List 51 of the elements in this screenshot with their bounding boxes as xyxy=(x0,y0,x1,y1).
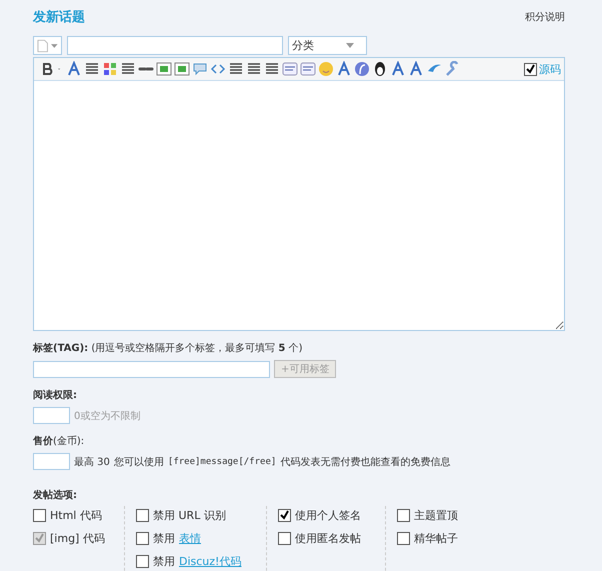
smiley-icon[interactable] xyxy=(318,61,334,77)
option-label: Html 代码 xyxy=(50,508,102,523)
option-label: 使用匿名发帖 xyxy=(295,531,361,546)
option-link[interactable]: 表情 xyxy=(179,531,201,546)
speech-bubble-icon[interactable] xyxy=(192,61,208,77)
option-label: 禁用 xyxy=(153,531,175,546)
align-icon[interactable] xyxy=(120,61,136,77)
option-label: 使用个人签名 xyxy=(295,508,361,523)
option-checkbox[interactable] xyxy=(136,532,149,545)
price-label: 售价 xyxy=(33,436,53,447)
option-checkbox[interactable] xyxy=(397,532,410,545)
list-icon[interactable] xyxy=(228,61,244,77)
option-checkbox[interactable] xyxy=(278,532,291,545)
page-title: 发新话题 xyxy=(33,8,85,26)
tags-hint: (用逗号或空格隔开多个标签，最多可填写 5 个) xyxy=(91,343,302,354)
read-permission-input[interactable] xyxy=(33,407,70,424)
price-input[interactable] xyxy=(33,453,70,470)
color-icon[interactable] xyxy=(102,61,118,77)
option-label: 主题置顶 xyxy=(414,508,458,523)
option-label: [img] 代码 xyxy=(50,531,105,546)
source-mode-link[interactable]: 源码 xyxy=(539,62,561,76)
caret-icon xyxy=(346,43,354,48)
option-checkbox[interactable] xyxy=(136,509,149,522)
available-tags-button[interactable]: +可用标签 xyxy=(274,360,336,378)
font-icon[interactable] xyxy=(66,61,82,77)
read-permission-label: 阅读权限: xyxy=(33,390,77,401)
option-label: 禁用 URL 识别 xyxy=(153,508,226,523)
tags-input[interactable] xyxy=(33,360,270,378)
subject-input[interactable] xyxy=(67,36,283,55)
option-label: 禁用 xyxy=(153,554,175,569)
tags-label: 标签(TAG): xyxy=(33,343,88,354)
caret-icon xyxy=(51,44,58,48)
option-checkbox[interactable] xyxy=(33,509,46,522)
source-mode-checkbox[interactable] xyxy=(524,62,537,76)
option-checkbox[interactable] xyxy=(136,555,149,568)
help-link[interactable]: 积分说明 xyxy=(525,10,565,24)
category-dropdown[interactable]: 分类 xyxy=(288,36,367,55)
option-checkbox[interactable] xyxy=(397,509,410,522)
free-code-sample: [free]message[/free] xyxy=(168,456,276,466)
post-options-label: 发帖选项: xyxy=(33,490,77,501)
document-icon xyxy=(37,38,48,52)
image-icon[interactable] xyxy=(174,61,190,77)
price-unit: (金币): xyxy=(53,436,84,447)
option-checkbox[interactable] xyxy=(278,509,291,522)
read-permission-hint: 0或空为不限制 xyxy=(74,410,140,422)
price-max: 最高 30 xyxy=(74,456,110,468)
price-info-text: 代码发表无需付费也能查看的免费信息 xyxy=(280,456,450,468)
price-info-text: 您可以使用 xyxy=(114,456,164,468)
option-link[interactable]: Discuz!代码 xyxy=(179,554,242,569)
flash-icon[interactable] xyxy=(354,61,370,77)
option-label: 精华帖子 xyxy=(414,531,458,546)
